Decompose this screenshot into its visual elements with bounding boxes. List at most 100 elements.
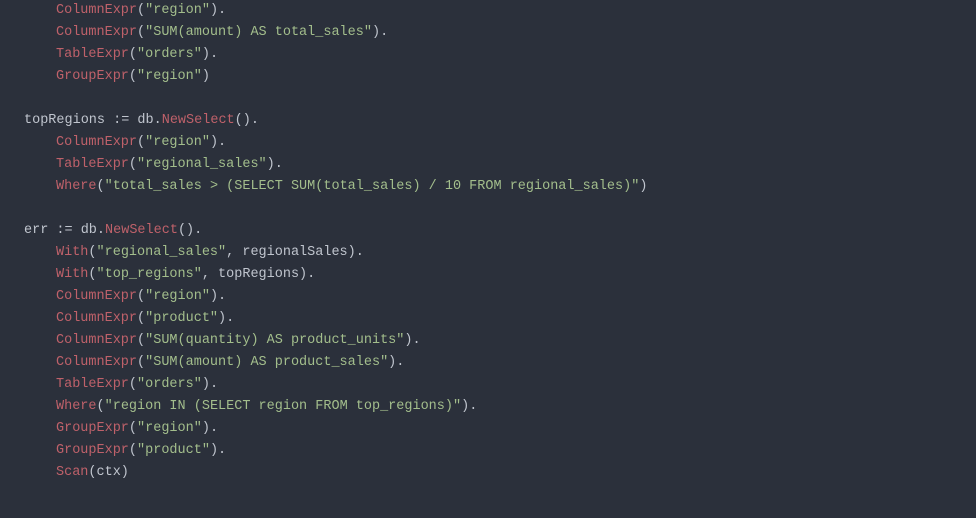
token-punc: ( [129, 47, 137, 62]
token-str: "region" [145, 3, 210, 18]
code-line: ColumnExpr("region"). [24, 286, 976, 308]
token-punc: ). [202, 377, 218, 392]
token-method: ColumnExpr [56, 289, 137, 304]
code-line: ColumnExpr("SUM(amount) AS product_sales… [24, 352, 976, 374]
code-line: Where("total_sales > (SELECT SUM(total_s… [24, 176, 976, 198]
code-line: TableExpr("regional_sales"). [24, 154, 976, 176]
token-punc: ( [137, 3, 145, 18]
token-str: "SUM(amount) AS product_sales" [145, 355, 388, 370]
token-punc: , topRegions). [202, 267, 315, 282]
token-punc: ( [137, 311, 145, 326]
code-line: ColumnExpr("SUM(amount) AS total_sales")… [24, 22, 976, 44]
token-punc: ( [88, 245, 96, 260]
token-str: "region" [137, 421, 202, 436]
token-punc: ). [210, 135, 226, 150]
code-block: ColumnExpr("region").ColumnExpr("SUM(amo… [0, 0, 976, 484]
token-punc: ). [267, 157, 283, 172]
token-method: ColumnExpr [56, 3, 137, 18]
token-method: ColumnExpr [56, 355, 137, 370]
code-line: err := db.NewSelect(). [24, 220, 976, 242]
code-line: With("top_regions", topRegions). [24, 264, 976, 286]
token-punc: ( [137, 355, 145, 370]
token-ident: db. [73, 223, 105, 238]
token-punc: ( [129, 377, 137, 392]
token-punc: , regionalSales). [226, 245, 364, 260]
token-str: "total_sales > (SELECT SUM(total_sales) … [105, 179, 640, 194]
token-ident: err [24, 223, 56, 238]
token-punc: ). [461, 399, 477, 414]
token-punc: ). [202, 47, 218, 62]
token-method: With [56, 245, 88, 260]
token-method: ColumnExpr [56, 333, 137, 348]
token-str: "region" [145, 135, 210, 150]
code-line: With("regional_sales", regionalSales). [24, 242, 976, 264]
token-str: "region" [145, 289, 210, 304]
token-str: "product" [137, 443, 210, 458]
token-method: TableExpr [56, 157, 129, 172]
code-line: Where("region IN (SELECT region FROM top… [24, 396, 976, 418]
code-line: Scan(ctx) [24, 462, 976, 484]
code-line: ColumnExpr("product"). [24, 308, 976, 330]
token-method: GroupExpr [56, 421, 129, 436]
code-line [24, 198, 976, 220]
code-line: TableExpr("orders"). [24, 44, 976, 66]
token-punc: ). [218, 311, 234, 326]
code-line: topRegions := db.NewSelect(). [24, 110, 976, 132]
code-line: ColumnExpr("SUM(quantity) AS product_uni… [24, 330, 976, 352]
token-str: "top_regions" [97, 267, 202, 282]
token-str: "SUM(quantity) AS product_units" [145, 333, 404, 348]
token-punc: ) [639, 179, 647, 194]
token-method: GroupExpr [56, 443, 129, 458]
token-punc: ). [210, 3, 226, 18]
token-method: With [56, 267, 88, 282]
token-ident: topRegions [24, 113, 113, 128]
token-str: "product" [145, 311, 218, 326]
token-punc: ( [129, 69, 137, 84]
token-method: ColumnExpr [56, 135, 137, 150]
token-punc: ( [97, 179, 105, 194]
code-line: GroupExpr("product"). [24, 440, 976, 462]
token-method: GroupExpr [56, 69, 129, 84]
token-method: ColumnExpr [56, 311, 137, 326]
token-punc: ). [388, 355, 404, 370]
token-method: NewSelect [162, 113, 235, 128]
token-str: "orders" [137, 47, 202, 62]
code-line: ColumnExpr("region"). [24, 132, 976, 154]
token-method: TableExpr [56, 47, 129, 62]
token-punc: ( [129, 443, 137, 458]
token-punc: ). [404, 333, 420, 348]
token-str: "regional_sales" [137, 157, 267, 172]
code-line: GroupExpr("region"). [24, 418, 976, 440]
token-punc: ). [372, 25, 388, 40]
code-line: TableExpr("orders"). [24, 374, 976, 396]
token-method: Where [56, 399, 97, 414]
token-punc: ). [202, 421, 218, 436]
token-method: NewSelect [105, 223, 178, 238]
token-ident: db. [129, 113, 161, 128]
token-str: "SUM(amount) AS total_sales" [145, 25, 372, 40]
token-punc: ( [88, 267, 96, 282]
token-method: TableExpr [56, 377, 129, 392]
token-punc: ( [137, 25, 145, 40]
token-punc: ). [210, 289, 226, 304]
token-punc: ). [210, 443, 226, 458]
code-line: ColumnExpr("region"). [24, 0, 976, 22]
token-punc: ( [137, 135, 145, 150]
token-punc: ( [129, 157, 137, 172]
code-line [24, 88, 976, 110]
code-line: GroupExpr("region") [24, 66, 976, 88]
token-punc: ( [137, 289, 145, 304]
token-punc: (ctx) [88, 465, 129, 480]
token-str: "region IN (SELECT region FROM top_regio… [105, 399, 461, 414]
token-op: := [113, 113, 129, 128]
token-punc: ) [202, 69, 210, 84]
token-str: "region" [137, 69, 202, 84]
token-punc: (). [235, 113, 259, 128]
token-op: := [56, 223, 72, 238]
token-method: Where [56, 179, 97, 194]
token-method: Scan [56, 465, 88, 480]
token-punc: ( [129, 421, 137, 436]
token-punc: ( [97, 399, 105, 414]
token-str: "orders" [137, 377, 202, 392]
token-punc: ( [137, 333, 145, 348]
